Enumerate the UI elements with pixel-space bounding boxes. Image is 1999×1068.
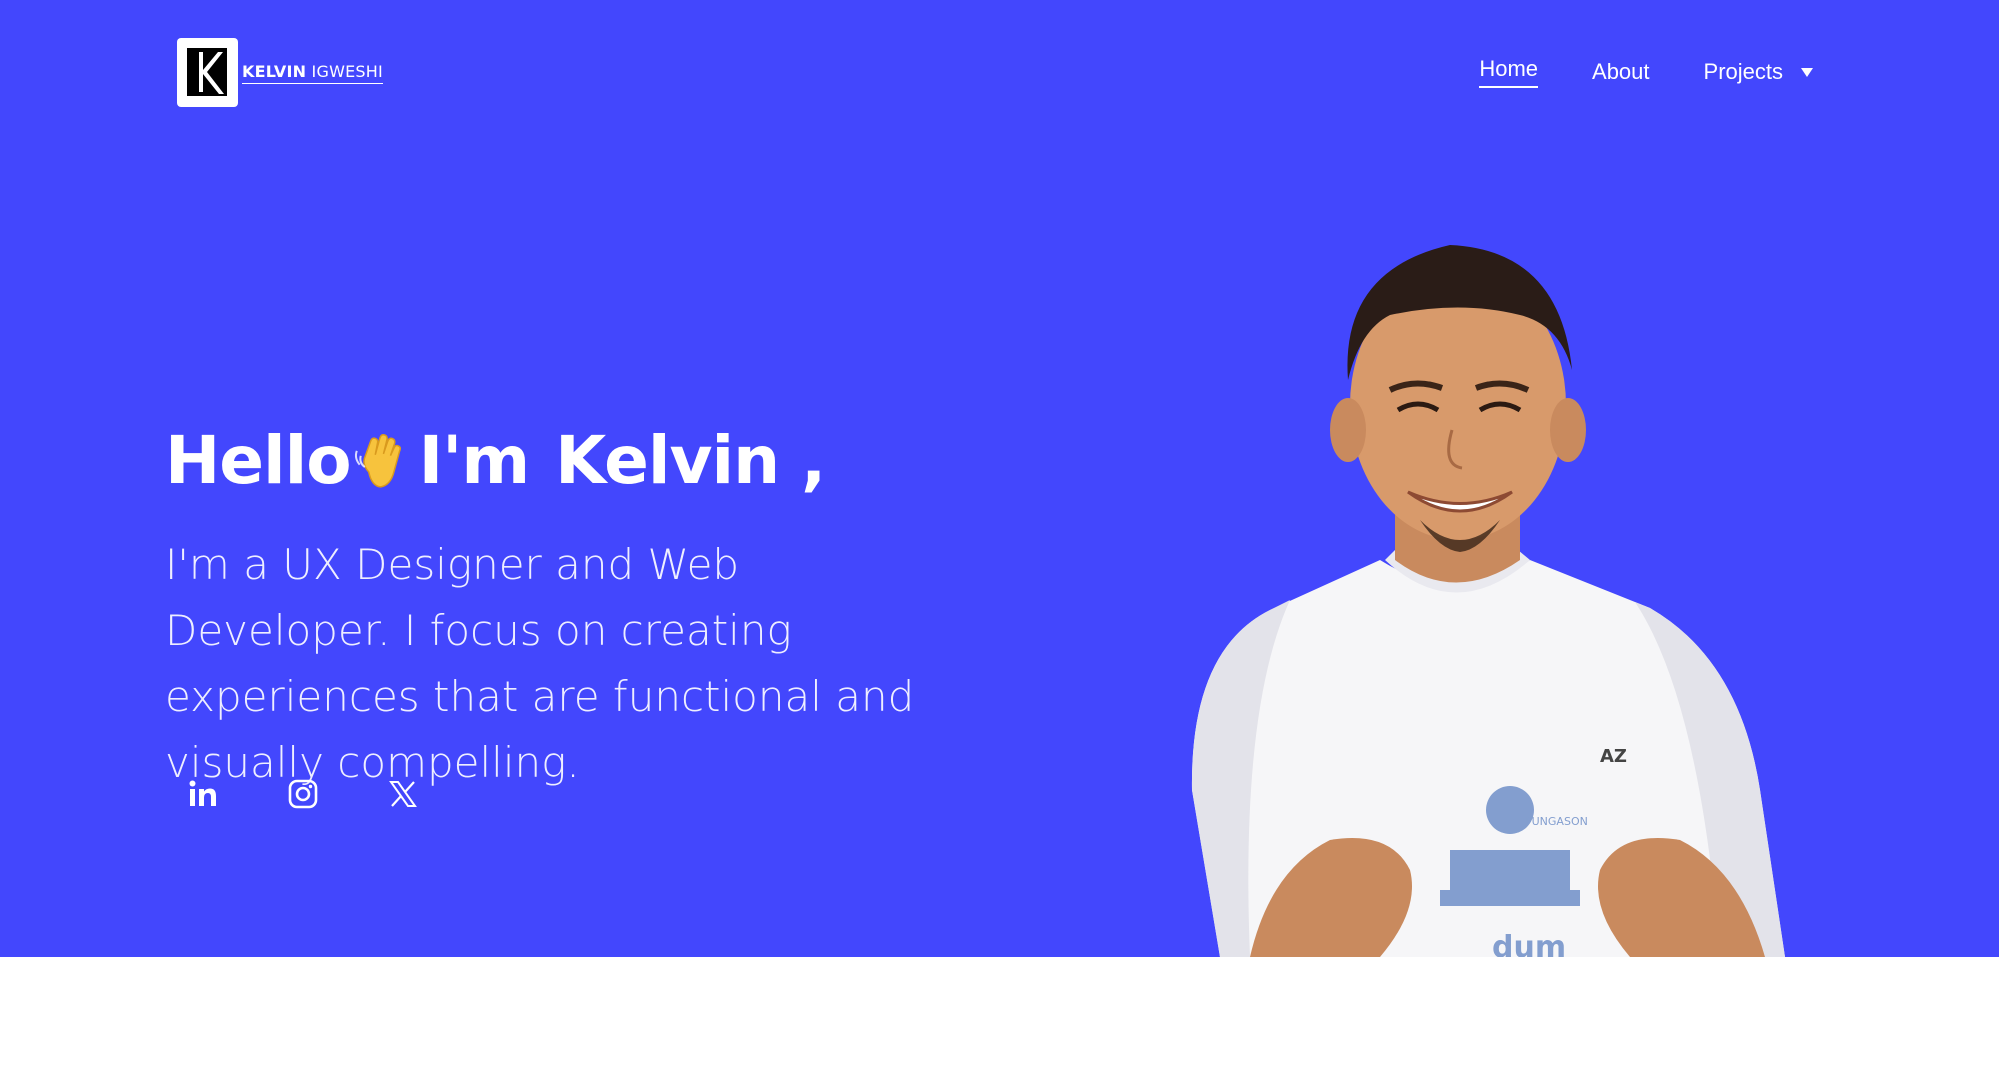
nav-home-label: Home: [1479, 56, 1539, 81]
waving-hand-icon: [353, 426, 417, 496]
site-logo[interactable]: KELVIN IGWESHI: [177, 38, 383, 107]
svg-text:AZ: AZ: [1600, 746, 1627, 767]
instagram-icon[interactable]: [275, 766, 331, 822]
portrait-illustration: PUNGASON dum AZ: [1180, 230, 1800, 957]
k-monogram-logo: [177, 38, 238, 107]
content-below-hero: [0, 957, 1999, 1068]
hero-headline: Hello I'm Kelvin ,: [165, 422, 826, 499]
x-twitter-icon[interactable]: [375, 766, 431, 822]
hero-name: Kelvin ,: [555, 422, 826, 499]
hero-im: I'm: [418, 422, 531, 499]
nav-projects-label: Projects: [1703, 59, 1783, 84]
nav-home[interactable]: Home: [1479, 56, 1539, 88]
hero-section: KELVIN IGWESHI Home About Projects Hello…: [0, 0, 1999, 957]
hero-hello: Hello: [165, 422, 352, 499]
nav-projects[interactable]: Projects: [1704, 59, 1813, 85]
main-nav: Home About Projects: [1479, 56, 1813, 88]
logo-last-name: IGWESHI: [311, 61, 383, 81]
hero-intro: I'm a UX Designer and Web Developer. I f…: [165, 540, 915, 787]
logo-first-name: KELVIN: [242, 61, 307, 81]
linkedin-icon[interactable]: [175, 766, 231, 822]
nav-about-label: About: [1592, 59, 1650, 84]
logo-text: KELVIN IGWESHI: [242, 62, 383, 84]
chevron-down-icon[interactable]: [1801, 67, 1813, 77]
nav-about[interactable]: About: [1592, 59, 1650, 85]
social-links: [175, 766, 475, 822]
svg-text:PUNGASON: PUNGASON: [1525, 815, 1588, 828]
shirt-text: dum: [1492, 930, 1566, 957]
